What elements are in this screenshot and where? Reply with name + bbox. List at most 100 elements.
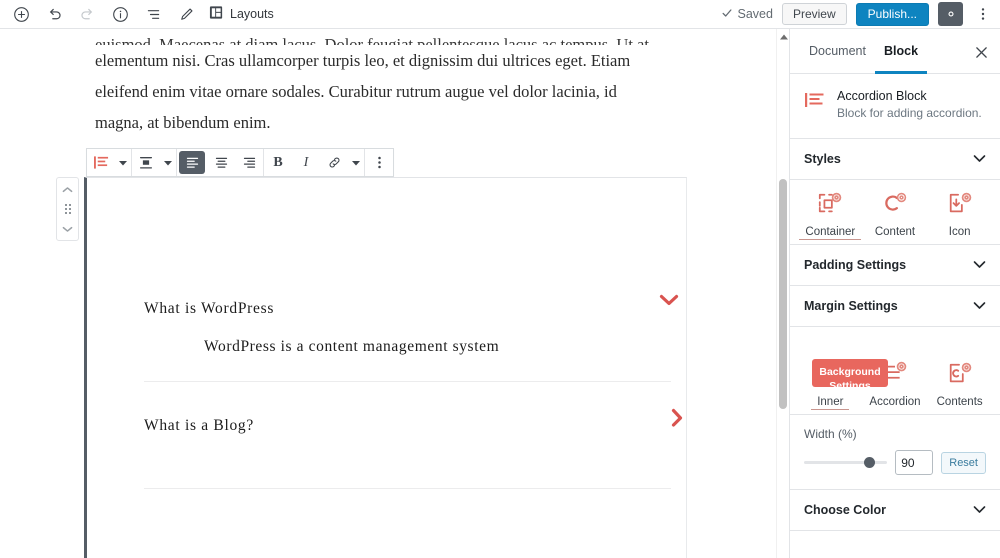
drag-handle-icon[interactable] (64, 204, 71, 214)
margin-option-contents[interactable]: Contents (929, 361, 991, 410)
accordion-block-body: What is WordPress WordPress is a content… (84, 177, 687, 558)
margin-option-label: Accordion (869, 396, 921, 408)
section-choose-color-label: Choose Color (804, 503, 886, 517)
move-block-up-icon[interactable] (57, 181, 78, 198)
publish-button[interactable]: Publish... (855, 2, 929, 26)
wordpress-block-editor: Layouts Saved Preview Publish... euismod… (0, 0, 1000, 558)
text-align-group (177, 149, 264, 176)
italic-icon[interactable]: I (292, 149, 320, 176)
editor-scrollbar-track[interactable] (776, 29, 789, 558)
link-icon[interactable] (320, 149, 348, 176)
block-mover (56, 177, 79, 241)
width-row: Reset (804, 450, 986, 475)
more-options-icon[interactable] (972, 2, 994, 26)
chevron-down-icon (973, 297, 986, 315)
check-icon (721, 7, 733, 22)
accordion-block-type-icon[interactable] (87, 149, 115, 176)
accordion-item-2[interactable]: What is a Blog? (144, 408, 683, 489)
close-icon[interactable] (970, 41, 992, 63)
editor-canvas: euismod. Maecenas at diam lacus. Dolor f… (0, 29, 789, 558)
chevron-down-icon (973, 501, 986, 519)
editor-top-bar: Layouts Saved Preview Publish... (0, 0, 1000, 29)
info-icon[interactable] (104, 0, 137, 28)
chevron-right-icon[interactable] (669, 407, 685, 434)
styles-icon-row: Container Content Icon (790, 180, 1000, 245)
container-gear-icon (816, 191, 844, 222)
top-bar-left-tools: Layouts (0, 0, 282, 28)
align-left-icon[interactable] (179, 151, 205, 174)
edit-pencil-icon[interactable] (170, 0, 203, 28)
margin-option-label: Contents (936, 396, 983, 408)
accordion-block-icon (804, 89, 826, 121)
block-options-group (365, 149, 393, 176)
section-choose-color[interactable]: Choose Color (790, 490, 1000, 531)
accordion-panel[interactable]: WordPress is a content management system (144, 324, 671, 364)
block-toolbar: B I (86, 148, 394, 177)
block-info-text: Accordion Block Block for adding accordi… (837, 89, 982, 121)
accordion-heading[interactable]: What is a Blog? (144, 411, 671, 441)
layouts-label: Layouts (230, 7, 274, 21)
tab-block[interactable]: Block (874, 29, 928, 74)
post-paragraph-text: elementum nisi. Cras ullamcorper turpis … (95, 51, 631, 132)
redo-icon[interactable] (71, 0, 104, 28)
align-center-icon[interactable] (207, 149, 235, 176)
save-status: Saved (721, 7, 773, 22)
width-slider-knob[interactable] (863, 457, 875, 468)
vertical-align-caret-icon[interactable] (160, 149, 176, 176)
style-option-label: Icon (948, 226, 971, 238)
selected-accordion-block[interactable]: B I What is WordPress WordPress is a con… (84, 148, 687, 558)
accordion-list: What is WordPress WordPress is a content… (144, 294, 683, 489)
bold-icon[interactable]: B (264, 149, 292, 176)
formatting-caret-icon[interactable] (348, 149, 364, 176)
sidebar-tabs: Document Block (790, 29, 1000, 74)
top-bar-right-actions: Saved Preview Publish... (721, 0, 1000, 29)
post-paragraph[interactable]: euismod. Maecenas at diam lacus. Dolor f… (95, 29, 665, 138)
width-slider[interactable] (804, 457, 888, 468)
block-navigation-icon[interactable] (137, 0, 170, 28)
style-option-content[interactable]: Content (864, 191, 926, 240)
layouts-button[interactable]: Layouts (203, 0, 282, 28)
section-margin-settings[interactable]: Margin Settings (790, 286, 1000, 327)
accordion-divider (144, 488, 671, 489)
post-paragraph-clipped-line: euismod. Maecenas at diam lacus. Dolor f… (95, 35, 649, 45)
block-title: Accordion Block (837, 89, 927, 103)
layouts-icon (209, 5, 224, 23)
section-padding-settings[interactable]: Padding Settings (790, 245, 1000, 286)
block-info-card: Accordion Block Block for adding accordi… (790, 74, 1000, 139)
icon-gear-icon (946, 191, 974, 222)
style-option-icon[interactable]: Icon (929, 191, 991, 240)
undo-icon[interactable] (38, 0, 71, 28)
width-control: Width (%) Reset (790, 415, 1000, 490)
vertical-align-icon[interactable] (132, 149, 160, 176)
accordion-heading[interactable]: What is WordPress (144, 294, 671, 324)
width-input[interactable] (895, 450, 934, 475)
save-status-label: Saved (737, 7, 773, 21)
editor-scrollbar-thumb[interactable] (779, 179, 787, 409)
width-label: Width (%) (804, 427, 857, 441)
section-styles[interactable]: Styles (790, 139, 1000, 180)
contents-gear-icon (946, 361, 974, 392)
style-option-container[interactable]: Container (799, 191, 862, 240)
chevron-down-icon[interactable] (658, 292, 680, 313)
margin-option-label: Inner (811, 396, 850, 410)
chevron-down-icon (973, 150, 986, 168)
style-option-label: Container (799, 226, 862, 240)
content-gear-icon (881, 191, 909, 222)
background-settings-tooltip: Background Settings (812, 359, 888, 387)
scroll-up-arrow-icon[interactable] (777, 31, 789, 43)
add-block-icon[interactable] (5, 0, 38, 28)
preview-button[interactable]: Preview (781, 3, 847, 25)
width-reset-button[interactable]: Reset (941, 451, 986, 474)
block-settings-sidebar: Document Block Accordion Block Block for (789, 29, 1000, 558)
accordion-item-1[interactable]: What is WordPress WordPress is a content… (144, 294, 679, 382)
block-type-caret-icon[interactable] (115, 149, 131, 176)
block-options-icon[interactable] (365, 149, 393, 176)
align-right-icon[interactable] (235, 149, 263, 176)
style-option-label: Content (874, 226, 916, 238)
tab-document[interactable]: Document (800, 29, 875, 74)
vertical-align-group (132, 149, 177, 176)
settings-gear-icon[interactable] (938, 2, 963, 26)
move-block-down-icon[interactable] (57, 220, 78, 237)
chevron-down-icon (973, 256, 986, 274)
section-margin-label: Margin Settings (804, 299, 898, 313)
